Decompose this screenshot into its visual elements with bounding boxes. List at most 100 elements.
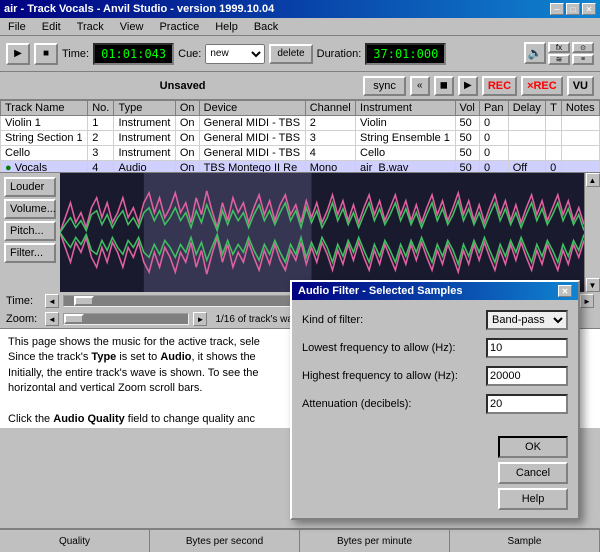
duration-label: Duration: bbox=[317, 48, 362, 60]
time-scroll-left[interactable]: ◄ bbox=[45, 294, 59, 308]
table-cell: Instrument bbox=[114, 131, 175, 146]
play-button[interactable]: ▶ bbox=[6, 43, 30, 65]
table-cell: Cello bbox=[1, 146, 88, 161]
xrec-button[interactable]: ×REC bbox=[521, 76, 563, 96]
table-cell: Mono bbox=[305, 161, 355, 173]
lines-icon[interactable]: ≡ bbox=[572, 54, 594, 65]
time-scroll-right[interactable]: ► bbox=[580, 294, 594, 308]
table-cell: Violin 1 bbox=[1, 116, 88, 131]
dialog-close-button[interactable]: ✕ bbox=[558, 285, 572, 297]
vu-button[interactable]: VU bbox=[567, 76, 594, 96]
filter-button[interactable]: Filter... bbox=[4, 243, 56, 263]
delete-button[interactable]: delete bbox=[269, 44, 312, 64]
zoom-scroll-left[interactable]: ◄ bbox=[45, 312, 59, 326]
table-cell: 0 bbox=[479, 146, 508, 161]
back-step-button[interactable]: ◼ bbox=[434, 76, 454, 96]
col-instrument: Instrument bbox=[356, 101, 456, 116]
minimize-button[interactable]: ─ bbox=[550, 3, 564, 15]
zoom-scroll-right[interactable]: ► bbox=[193, 312, 207, 326]
maximize-button[interactable]: □ bbox=[566, 3, 580, 15]
zoom-scroll-thumb[interactable] bbox=[64, 314, 84, 324]
cue-select[interactable]: new bbox=[205, 44, 265, 64]
tab-sample[interactable]: Sample bbox=[450, 530, 600, 552]
scroll-up-arrow[interactable]: ▲ bbox=[586, 173, 600, 187]
menu-edit[interactable]: Edit bbox=[38, 21, 65, 33]
time-label: Time: bbox=[62, 48, 89, 60]
table-cell: General MIDI - TBS bbox=[199, 116, 305, 131]
table-cell: String Section 1 bbox=[1, 131, 88, 146]
tab-quality[interactable]: Quality bbox=[0, 530, 150, 552]
time-scroll-thumb[interactable] bbox=[74, 296, 94, 306]
waveform-container: Louder Volume... Pitch... Filter... ▲ bbox=[0, 172, 600, 292]
table-cell: Instrument bbox=[114, 146, 175, 161]
table-row[interactable]: ● Vocals4AudioOnTBS Montego II ReMonoair… bbox=[1, 161, 600, 173]
rec-button[interactable]: REC bbox=[482, 76, 517, 96]
col-vol: Vol bbox=[455, 101, 479, 116]
tab-bytes-per-second[interactable]: Bytes per second bbox=[150, 530, 300, 552]
table-cell: air_B.wav bbox=[356, 161, 456, 173]
toolbar-row2: Unsaved sync « ◼ ▶ REC ×REC VU bbox=[0, 72, 600, 100]
speaker-icon[interactable]: 🔊 bbox=[524, 42, 546, 64]
forward-button[interactable]: ▶ bbox=[458, 76, 478, 96]
volume-button[interactable]: Volume... bbox=[4, 199, 56, 219]
table-cell: 2 bbox=[88, 131, 114, 146]
col-on: On bbox=[175, 101, 199, 116]
ok-button[interactable]: OK bbox=[498, 436, 568, 458]
help-button[interactable]: Help bbox=[498, 488, 568, 510]
table-cell: Cello bbox=[356, 146, 456, 161]
dialog-row-high-freq: Highest frequency to allow (Hz): bbox=[302, 366, 568, 386]
time-display: 01:01:043 bbox=[93, 43, 174, 65]
high-freq-label: Highest frequency to allow (Hz): bbox=[302, 370, 482, 382]
title-bar: air - Track Vocals - Anvil Studio - vers… bbox=[0, 0, 600, 18]
menu-file[interactable]: File bbox=[4, 21, 30, 33]
table-cell: 3 bbox=[88, 146, 114, 161]
table-cell: 2 bbox=[305, 116, 355, 131]
kind-select[interactable]: Low-pass High-pass Band-pass Notch bbox=[486, 310, 568, 330]
table-row[interactable]: String Section 12InstrumentOnGeneral MID… bbox=[1, 131, 600, 146]
table-cell: On bbox=[175, 131, 199, 146]
low-freq-input[interactable] bbox=[486, 338, 568, 358]
duration-display: 37:01:000 bbox=[365, 43, 446, 65]
menu-track[interactable]: Track bbox=[73, 21, 108, 33]
table-cell: 50 bbox=[455, 161, 479, 173]
stop-button[interactable]: ■ bbox=[34, 43, 58, 65]
col-type: Type bbox=[114, 101, 175, 116]
tab-bytes-per-minute[interactable]: Bytes per minute bbox=[300, 530, 450, 552]
pitch-button[interactable]: Pitch... bbox=[4, 221, 56, 241]
table-cell bbox=[561, 131, 599, 146]
vertical-scrollbar[interactable]: ▲ ▼ bbox=[584, 173, 600, 292]
table-cell: 0 bbox=[479, 116, 508, 131]
waveform-svg bbox=[60, 173, 584, 292]
close-button[interactable]: ✕ bbox=[582, 3, 596, 15]
menu-help[interactable]: Help bbox=[211, 21, 242, 33]
rewind-button[interactable]: « bbox=[410, 76, 430, 96]
cue-section: Cue: new delete bbox=[178, 44, 313, 64]
fx-icon[interactable]: fx bbox=[548, 42, 570, 53]
attenuation-input[interactable] bbox=[486, 394, 568, 414]
table-row[interactable]: Violin 11InstrumentOnGeneral MIDI - TBS2… bbox=[1, 116, 600, 131]
menu-view[interactable]: View bbox=[116, 21, 148, 33]
dialog-row-low-freq: Lowest frequency to allow (Hz): bbox=[302, 338, 568, 358]
louder-button[interactable]: Louder bbox=[4, 177, 56, 197]
table-cell: 4 bbox=[305, 146, 355, 161]
scroll-down-arrow[interactable]: ▼ bbox=[586, 278, 600, 292]
table-cell bbox=[508, 131, 545, 146]
table-cell: 3 bbox=[305, 131, 355, 146]
wave-icon[interactable]: ≋ bbox=[548, 54, 570, 65]
knob-icon[interactable]: ⊙ bbox=[572, 42, 594, 53]
menu-practice[interactable]: Practice bbox=[155, 21, 203, 33]
high-freq-input[interactable] bbox=[486, 366, 568, 386]
table-cell: 50 bbox=[455, 131, 479, 146]
attenuation-label: Attenuation (decibels): bbox=[302, 398, 482, 410]
cancel-button[interactable]: Cancel bbox=[498, 462, 568, 484]
table-row[interactable]: Cello3InstrumentOnGeneral MIDI - TBS4Cel… bbox=[1, 146, 600, 161]
menu-back[interactable]: Back bbox=[250, 21, 282, 33]
dialog-row-kind: Kind of filter: Low-pass High-pass Band-… bbox=[302, 310, 568, 330]
sync-button[interactable]: sync bbox=[363, 76, 406, 96]
audio-filter-dialog: Audio Filter - Selected Samples ✕ Kind o… bbox=[290, 280, 580, 520]
dialog-row-attenuation: Attenuation (decibels): bbox=[302, 394, 568, 414]
zoom-scroll-track[interactable] bbox=[63, 313, 189, 325]
toolbar-row1: ▶ ■ Time: 01:01:043 Cue: new delete Dura… bbox=[0, 36, 600, 72]
table-cell: 0 bbox=[546, 161, 562, 173]
track-table-container: Track Name No. Type On Device Channel In… bbox=[0, 100, 600, 172]
